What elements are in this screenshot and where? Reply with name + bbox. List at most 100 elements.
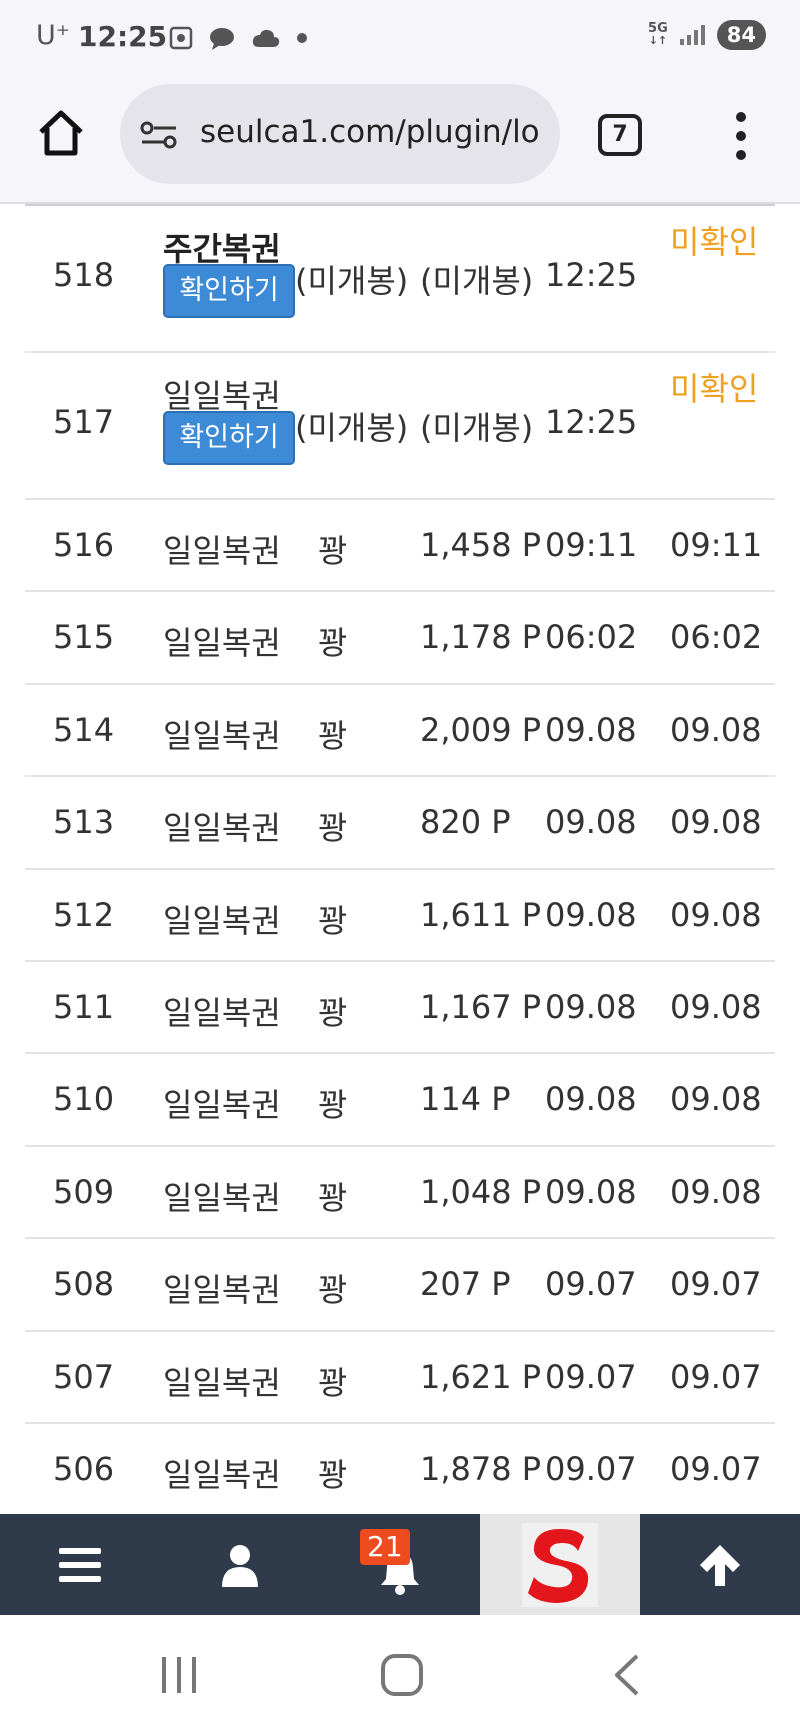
time-cell: 09.07 [545, 1449, 637, 1488]
profile-button[interactable] [160, 1514, 320, 1615]
prize-cell: 207 P [420, 1265, 511, 1304]
prize-cell: 1,178 P [420, 618, 542, 657]
arrow-up-icon[interactable] [698, 1542, 742, 1588]
check-status: 09.08 [670, 987, 762, 1026]
time-cell: 09:11 [545, 526, 638, 564]
check-status: 09.08 [670, 1080, 762, 1119]
lottery-type: 일일복권 [163, 809, 281, 848]
lottery-type: 일일복권 [163, 716, 281, 755]
site-logo[interactable] [522, 1522, 598, 1607]
time-cell: 09.08 [545, 1080, 637, 1119]
lottery-type: 일일복권 [163, 532, 281, 570]
row-number: 506 [53, 1449, 115, 1488]
time-cell: 09.07 [545, 1357, 637, 1396]
more-menu-icon[interactable] [728, 112, 754, 160]
check-status: 미확인 [670, 223, 759, 261]
table-row: 513 일일복권 꽝 820 P 09.08 09.08 [25, 777, 775, 870]
check-status: 09.07 [670, 1357, 762, 1396]
result-cell: 꽝 [318, 716, 348, 755]
site-logo-button[interactable] [480, 1514, 640, 1615]
menu-icon[interactable] [59, 1547, 101, 1582]
table-row: 511 일일복권 꽝 1,167 P 09.08 09.08 [25, 962, 775, 1055]
prize-cell: 820 P [420, 803, 511, 842]
prize-cell: (미개봉) [420, 262, 534, 300]
system-navigation-bar [0, 1615, 800, 1734]
dot-icon [296, 32, 307, 43]
row-number: 512 [53, 895, 115, 934]
time-cell: 09.08 [545, 895, 637, 934]
tab-switcher-button[interactable]: 7 [598, 114, 642, 156]
bottom-navigation: 21 [0, 1514, 800, 1615]
row-number: 518 [53, 256, 115, 294]
result-cell: 꽝 [318, 532, 348, 570]
url-text[interactable]: seulca1.com/plugin/lotto [200, 114, 540, 150]
table-row: 507 일일복권 꽝 1,621 P 09.07 09.07 [25, 1332, 775, 1424]
scroll-top-button[interactable] [640, 1514, 800, 1615]
check-button[interactable]: 확인하기 [163, 264, 295, 318]
battery-indicator: 84 [716, 20, 766, 50]
result-cell: 꽝 [318, 1455, 348, 1494]
browser-toolbar: seulca1.com/plugin/lotto 7 [0, 74, 800, 204]
signal-icon [679, 25, 705, 45]
row-number: 508 [53, 1265, 115, 1304]
chat-bubble-icon [210, 27, 235, 50]
result-cell: (미개봉) [295, 262, 409, 300]
home-icon[interactable] [36, 108, 86, 158]
row-number: 515 [53, 618, 115, 657]
result-cell: 꽝 [318, 1271, 348, 1310]
prize-cell: 1,167 P [420, 987, 542, 1026]
lottery-type: 일일복권 [163, 1178, 281, 1217]
row-number: 513 [53, 803, 115, 842]
time-cell: 12:25 [545, 403, 638, 441]
carrier-label: U⁺ [36, 20, 71, 51]
prize-cell: 1,458 P [420, 526, 542, 564]
notification-icons [168, 22, 309, 52]
lottery-type: 일일복권 [163, 1455, 281, 1494]
screenshot-icon [169, 26, 193, 49]
notifications-button[interactable]: 21 [320, 1514, 480, 1615]
recent-apps-icon[interactable] [158, 1655, 200, 1695]
prize-cell: 1,621 P [420, 1357, 542, 1396]
site-settings-icon[interactable] [140, 120, 178, 150]
back-icon[interactable] [612, 1653, 642, 1697]
prize-cell: 1,611 P [420, 895, 542, 934]
time-cell: 09.08 [545, 987, 637, 1026]
table-row: 518 주간복권 확인하기 (미개봉) (미개봉) 12:25 미확인 [25, 206, 775, 353]
user-icon[interactable] [220, 1543, 260, 1587]
time-cell: 06:02 [545, 618, 638, 657]
status-bar: U⁺ 12:25 5G ↓↑ 84 [0, 0, 800, 74]
menu-button[interactable] [0, 1514, 160, 1615]
check-status: 06:02 [670, 618, 763, 657]
table-row: 514 일일복권 꽝 2,009 P 09.08 09.08 [25, 685, 775, 778]
lottery-type: 일일복권 [163, 1363, 281, 1402]
lottery-type: 일일복권 [163, 1086, 281, 1125]
lottery-type: 일일복권 [163, 624, 281, 663]
result-cell: 꽝 [318, 993, 348, 1032]
table-row: 510 일일복권 꽝 114 P 09.08 09.08 [25, 1054, 775, 1147]
prize-cell: 2,009 P [420, 710, 542, 749]
time-cell: 09.08 [545, 710, 637, 749]
row-number: 517 [53, 403, 115, 441]
check-status: 09.08 [670, 710, 762, 749]
row-number: 516 [53, 526, 115, 564]
prize-cell: 1,878 P [420, 1449, 542, 1488]
table-row: 515 일일복권 꽝 1,178 P 06:02 06:02 [25, 592, 775, 685]
result-cell: 꽝 [318, 901, 348, 940]
check-status: 09:11 [670, 526, 763, 564]
table-row: 517 일일복권 확인하기 (미개봉) (미개봉) 12:25 미확인 [25, 353, 775, 500]
time-cell: 12:25 [545, 256, 638, 294]
time-cell: 09.08 [545, 1172, 637, 1211]
result-cell: (미개봉) [295, 409, 409, 447]
check-status: 09.07 [670, 1265, 762, 1304]
table-row: 508 일일복권 꽝 207 P 09.07 09.07 [25, 1239, 775, 1332]
check-button[interactable]: 확인하기 [163, 411, 295, 465]
address-bar[interactable]: seulca1.com/plugin/lotto [120, 84, 560, 184]
home-nav-icon[interactable] [380, 1653, 424, 1697]
network-5g-icon: 5G ↓↑ [648, 21, 668, 47]
result-cell: 꽝 [318, 1363, 348, 1402]
row-number: 514 [53, 710, 115, 749]
check-status: 09.08 [670, 1172, 762, 1211]
notification-badge: 21 [360, 1529, 410, 1565]
row-number: 509 [53, 1172, 115, 1211]
result-cell: 꽝 [318, 809, 348, 848]
